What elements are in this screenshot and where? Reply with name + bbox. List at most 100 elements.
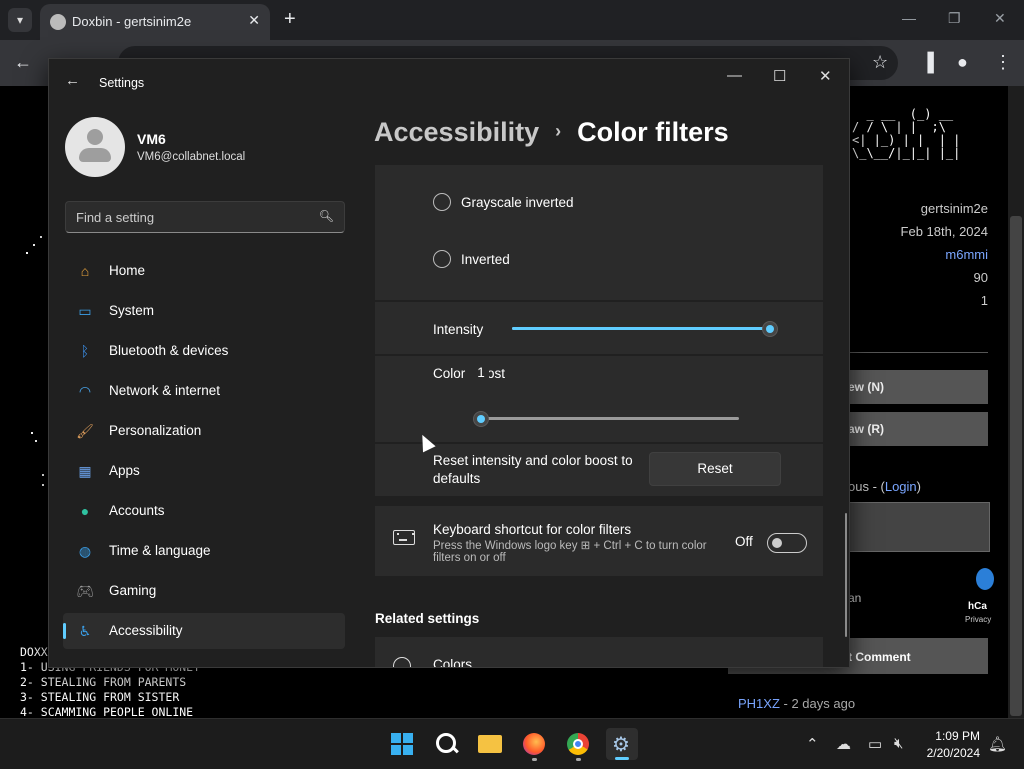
active-indicator [615, 757, 629, 760]
back-arrow-icon[interactable]: ← [65, 72, 80, 89]
radio-label: Grayscale inverted [461, 195, 574, 210]
sidebar-item-personalization[interactable]: 🖌︎ Personalization [63, 413, 345, 449]
sidebar-item-label: Gaming [109, 583, 157, 598]
comment-meta: PH1XZ - 2 days ago [738, 696, 855, 711]
side-panel-icon[interactable]: ▐ [921, 52, 934, 73]
breadcrumb-parent[interactable]: Accessibility [374, 117, 539, 147]
window-title: Settings [99, 76, 145, 90]
content-scrollbar-thumb[interactable] [845, 513, 847, 637]
color-boost-slider-thumb[interactable] [473, 411, 489, 427]
new-paste-button[interactable]: ew (N) [848, 370, 988, 404]
profile-icon[interactable]: ● [957, 52, 968, 73]
raw-button[interactable]: aw (R) [848, 412, 988, 446]
back-icon[interactable]: ← [14, 52, 32, 73]
page-scroll-thumb[interactable] [1010, 216, 1022, 716]
new-tab-button[interactable]: + [284, 8, 296, 31]
page-title: Color filters [577, 117, 729, 147]
comment-textarea[interactable] [848, 502, 990, 552]
sidebar-item-label: Home [109, 263, 146, 278]
keyboard-shortcut-title: Keyboard shortcut for color filters [433, 522, 632, 537]
login-link[interactable]: Login [885, 479, 917, 494]
cloud-icon[interactable]: ☁ [836, 735, 851, 753]
sidebar-item-bluetooth-devices[interactable]: ᛒ Bluetooth & devices [63, 333, 345, 369]
anon-prefix: ous - ( [848, 479, 885, 494]
gear-icon: ⚙ [612, 734, 630, 756]
home-icon: ⌂ [80, 263, 90, 279]
reset-button[interactable]: Reset [649, 452, 781, 486]
sidebar-item-label: Personalization [109, 423, 202, 438]
chrome-icon[interactable] [562, 728, 594, 761]
avatar[interactable] [65, 117, 125, 177]
search-input[interactable]: Find a setting 🔍︎ [65, 201, 345, 233]
divider [848, 352, 988, 353]
paste-line: 3- STEALING FROM SISTER [20, 690, 180, 704]
comment-username[interactable]: PH1XZ [738, 696, 780, 711]
keyboard-icon [393, 530, 415, 545]
notification-icon[interactable]: 🔔︎ [988, 735, 1007, 753]
sidebar-item-time-language[interactable]: ◍ Time & language [63, 533, 345, 569]
radio-grayscale-inverted[interactable] [433, 193, 451, 211]
sidebar-item-accounts[interactable]: ● Accounts [63, 493, 345, 529]
sidebar-item-gaming[interactable]: 🎮︎ Gaming [63, 573, 345, 609]
restore-icon[interactable]: ❐ [948, 10, 961, 27]
intensity-slider-track[interactable] [512, 327, 770, 330]
color-boost-slider-track[interactable] [481, 417, 739, 420]
browser-tab[interactable]: Doxbin - gertsinim2e ✕ [40, 4, 270, 40]
ascii-dot [35, 440, 37, 442]
firefox-icon[interactable] [518, 728, 550, 761]
minimize-icon[interactable]: — [902, 10, 916, 26]
favicon-icon [50, 14, 66, 30]
related-colors-row[interactable]: Colors [375, 637, 823, 667]
intensity-slider-thumb[interactable] [762, 321, 778, 337]
chrome-logo-center [573, 739, 583, 749]
volume-icon[interactable]: 🔇︎ [894, 735, 903, 752]
search-icon[interactable]: 🔍︎ [319, 209, 334, 223]
reset-row: Reset intensity and color boost to defau… [375, 444, 823, 496]
sidebar-item-label: Time & language [109, 543, 211, 558]
globe-clock-icon: ◍ [78, 543, 92, 559]
maximize-icon[interactable]: ☐ [773, 67, 786, 85]
system-icon: ▭ [78, 303, 92, 319]
captcha-label: an [848, 591, 862, 605]
brush-icon: 🖌︎ [76, 423, 94, 439]
start-button[interactable] [386, 728, 418, 760]
file-explorer-icon[interactable] [474, 728, 506, 760]
network-icon[interactable]: ▭ [868, 735, 882, 753]
page-scrollbar[interactable] [1008, 86, 1024, 718]
paste-user-link[interactable]: m6mmi [945, 247, 988, 262]
close-icon[interactable]: ✕ [994, 10, 1006, 27]
settings-sidebar: VM6 VM6@collabnet.local Find a setting 🔍… [49, 105, 361, 667]
tab-title: Doxbin - gertsinim2e [72, 14, 192, 29]
running-indicator [532, 758, 537, 761]
sidebar-item-home[interactable]: ⌂ Home [63, 253, 345, 289]
search-icon[interactable] [430, 728, 462, 760]
raw-label: aw (R) [848, 422, 884, 436]
new-paste-label: ew (N) [848, 380, 884, 394]
hcaptcha-privacy-link[interactable]: Privacy [965, 615, 991, 624]
tab-close-icon[interactable]: ✕ [248, 12, 260, 29]
sidebar-item-network-internet[interactable]: ◠ Network & internet [63, 373, 345, 409]
ascii-dot [42, 484, 44, 486]
paste-date: Feb 18th, 2024 [900, 224, 988, 239]
sidebar-item-accessibility[interactable]: ♿︎ Accessibility [63, 613, 345, 649]
paste-author: gertsinim2e [920, 201, 988, 216]
chrome-menu-icon[interactable]: ⋮ [994, 52, 1012, 73]
wifi-icon: ◠ [78, 383, 92, 399]
sidebar-item-apps[interactable]: ▦ Apps [63, 453, 345, 489]
close-icon[interactable]: ✕ [819, 67, 832, 85]
keyboard-shortcut-toggle[interactable] [767, 533, 807, 553]
bookmark-star-icon[interactable]: ☆ [872, 52, 888, 73]
sidebar-item-system[interactable]: ▭ System [63, 293, 345, 329]
running-indicator [576, 758, 581, 761]
clock-time[interactable]: 1:09 PM [922, 729, 980, 743]
settings-content: Accessibility › Color filters Grayscale in… [361, 105, 849, 667]
tab-search-button[interactable]: ▾ [8, 8, 32, 32]
chevron-up-icon[interactable]: ⌃ [806, 735, 819, 753]
accounts-icon: ● [80, 503, 90, 519]
minimize-icon[interactable]: — [727, 67, 742, 84]
settings-nav: ⌂ Home ▭ System ᛒ Bluetooth & devices ◠ Network… [63, 253, 345, 653]
settings-icon[interactable]: ⚙ [606, 728, 638, 760]
radio-inverted[interactable] [433, 250, 451, 268]
clock-date[interactable]: 2/20/2024 [922, 746, 980, 760]
filter-options-panel: Grayscale inverted Inverted [375, 165, 823, 300]
